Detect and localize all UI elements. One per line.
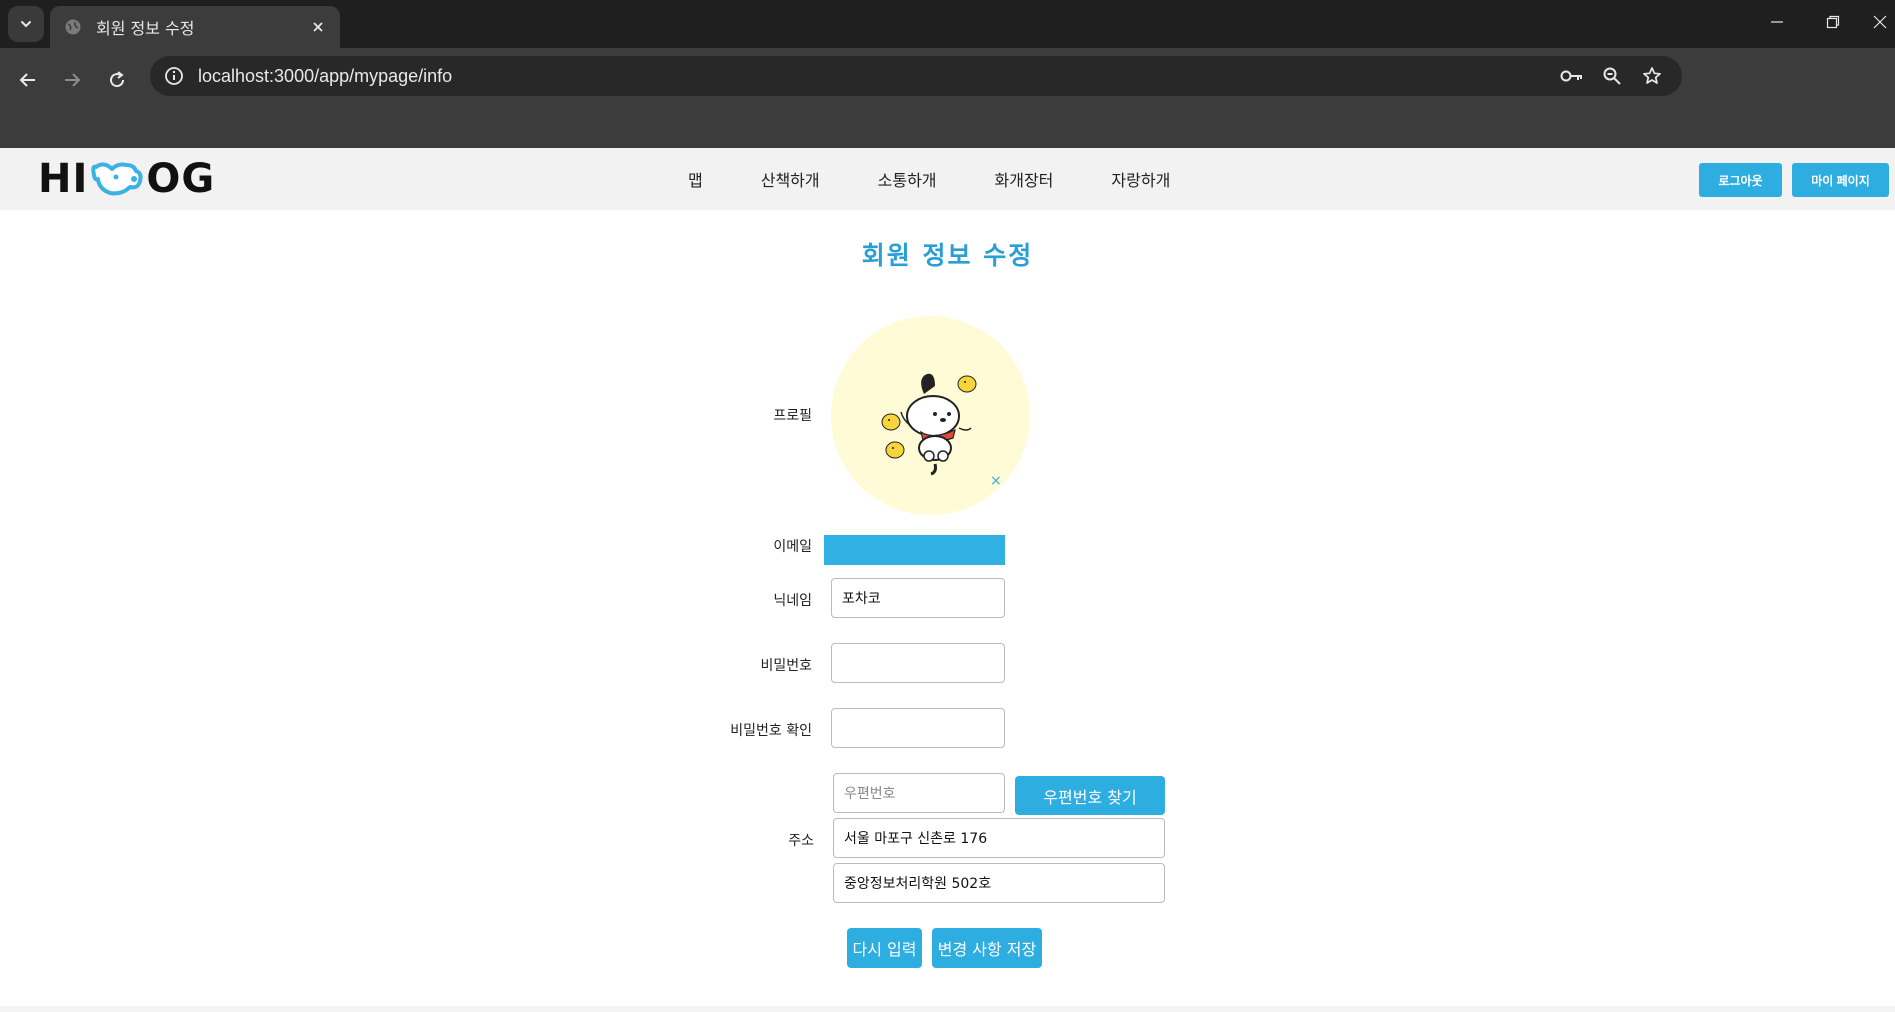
address-input[interactable]: 서울 마포구 신촌로 176 xyxy=(833,818,1165,858)
reload-button[interactable] xyxy=(101,64,133,96)
forward-arrow-icon xyxy=(65,73,81,87)
dog-head-icon xyxy=(90,159,144,199)
logo-text-right: OG xyxy=(146,156,216,202)
password-label: 비밀번호 xyxy=(760,658,812,674)
nickname-input[interactable]: 포차코 xyxy=(831,578,1005,618)
address-bar[interactable]: localhost:3000/app/mypage/info xyxy=(150,56,1682,96)
logout-button[interactable]: 로그아웃 xyxy=(1699,163,1782,197)
zoom-icon[interactable] xyxy=(1594,58,1630,94)
star-icon[interactable] xyxy=(1634,58,1670,94)
chevron-down-icon xyxy=(21,21,31,28)
tab-title: 회원 정보 수정 xyxy=(96,19,195,38)
profile-remove-button[interactable]: × xyxy=(990,473,1002,489)
postcode-input[interactable]: 우편번호 xyxy=(833,773,1005,813)
reload-icon xyxy=(110,71,125,88)
profile-label: 프로필 xyxy=(773,408,812,424)
nav-item-walk[interactable]: 산책하개 xyxy=(761,167,820,191)
nav-item-showoff[interactable]: 자랑하개 xyxy=(1111,167,1170,191)
logo-text-left: HI xyxy=(38,156,89,202)
address-detail-input[interactable]: 중앙정보처리학원 502호 xyxy=(833,863,1165,903)
page-footer-divider xyxy=(0,1006,1895,1012)
mypage-button[interactable]: 마이 페이지 xyxy=(1792,163,1889,197)
back-button[interactable] xyxy=(12,64,44,96)
address-label: 주소 xyxy=(788,833,814,849)
page-title: 회원 정보 수정 xyxy=(861,241,1034,270)
info-icon[interactable] xyxy=(160,62,188,90)
restore-icon xyxy=(1826,15,1840,29)
globe-icon xyxy=(64,18,82,36)
save-changes-button[interactable]: 변경 사항 저장 xyxy=(932,928,1042,968)
site-logo[interactable]: HI OG xyxy=(38,156,215,202)
nav-item-market[interactable]: 화개장터 xyxy=(995,167,1054,191)
browser-tab-strip: 회원 정보 수정 xyxy=(0,0,1895,48)
tab-search-button[interactable] xyxy=(8,6,44,42)
key-icon[interactable] xyxy=(1554,58,1590,94)
nav-item-map[interactable]: 맵 xyxy=(688,167,703,191)
forward-button[interactable] xyxy=(56,64,88,96)
close-window-button[interactable] xyxy=(1865,6,1895,38)
password-confirm-label: 비밀번호 확인 xyxy=(730,723,812,739)
email-label: 이메일 xyxy=(773,539,812,555)
nav-item-community[interactable]: 소통하개 xyxy=(878,167,937,191)
site-header: HI OG 맵 산책하개 소통하개 화개장터 자랑하개 로그아웃 마이 페이지 xyxy=(0,148,1895,210)
minimize-window-button[interactable] xyxy=(1757,6,1797,38)
url-text[interactable]: localhost:3000/app/mypage/info xyxy=(198,66,1554,87)
nickname-label: 닉네임 xyxy=(773,593,812,609)
email-field xyxy=(824,535,1005,565)
minimize-icon xyxy=(1771,21,1783,23)
browser-toolbar: localhost:3000/app/mypage/info xyxy=(0,48,1895,148)
browser-tab[interactable]: 회원 정보 수정 xyxy=(50,6,340,48)
back-arrow-icon xyxy=(19,73,35,87)
password-input[interactable] xyxy=(831,643,1005,683)
postcode-search-button[interactable]: 우편번호 찾기 xyxy=(1015,776,1165,815)
main-nav: 맵 산책하개 소통하개 화개장터 자랑하개 xyxy=(688,148,1228,210)
close-icon xyxy=(1873,15,1887,29)
tab-close-icon[interactable] xyxy=(308,17,328,37)
reset-button[interactable]: 다시 입력 xyxy=(847,928,922,968)
password-confirm-input[interactable] xyxy=(831,708,1005,748)
restore-window-button[interactable] xyxy=(1813,6,1853,38)
